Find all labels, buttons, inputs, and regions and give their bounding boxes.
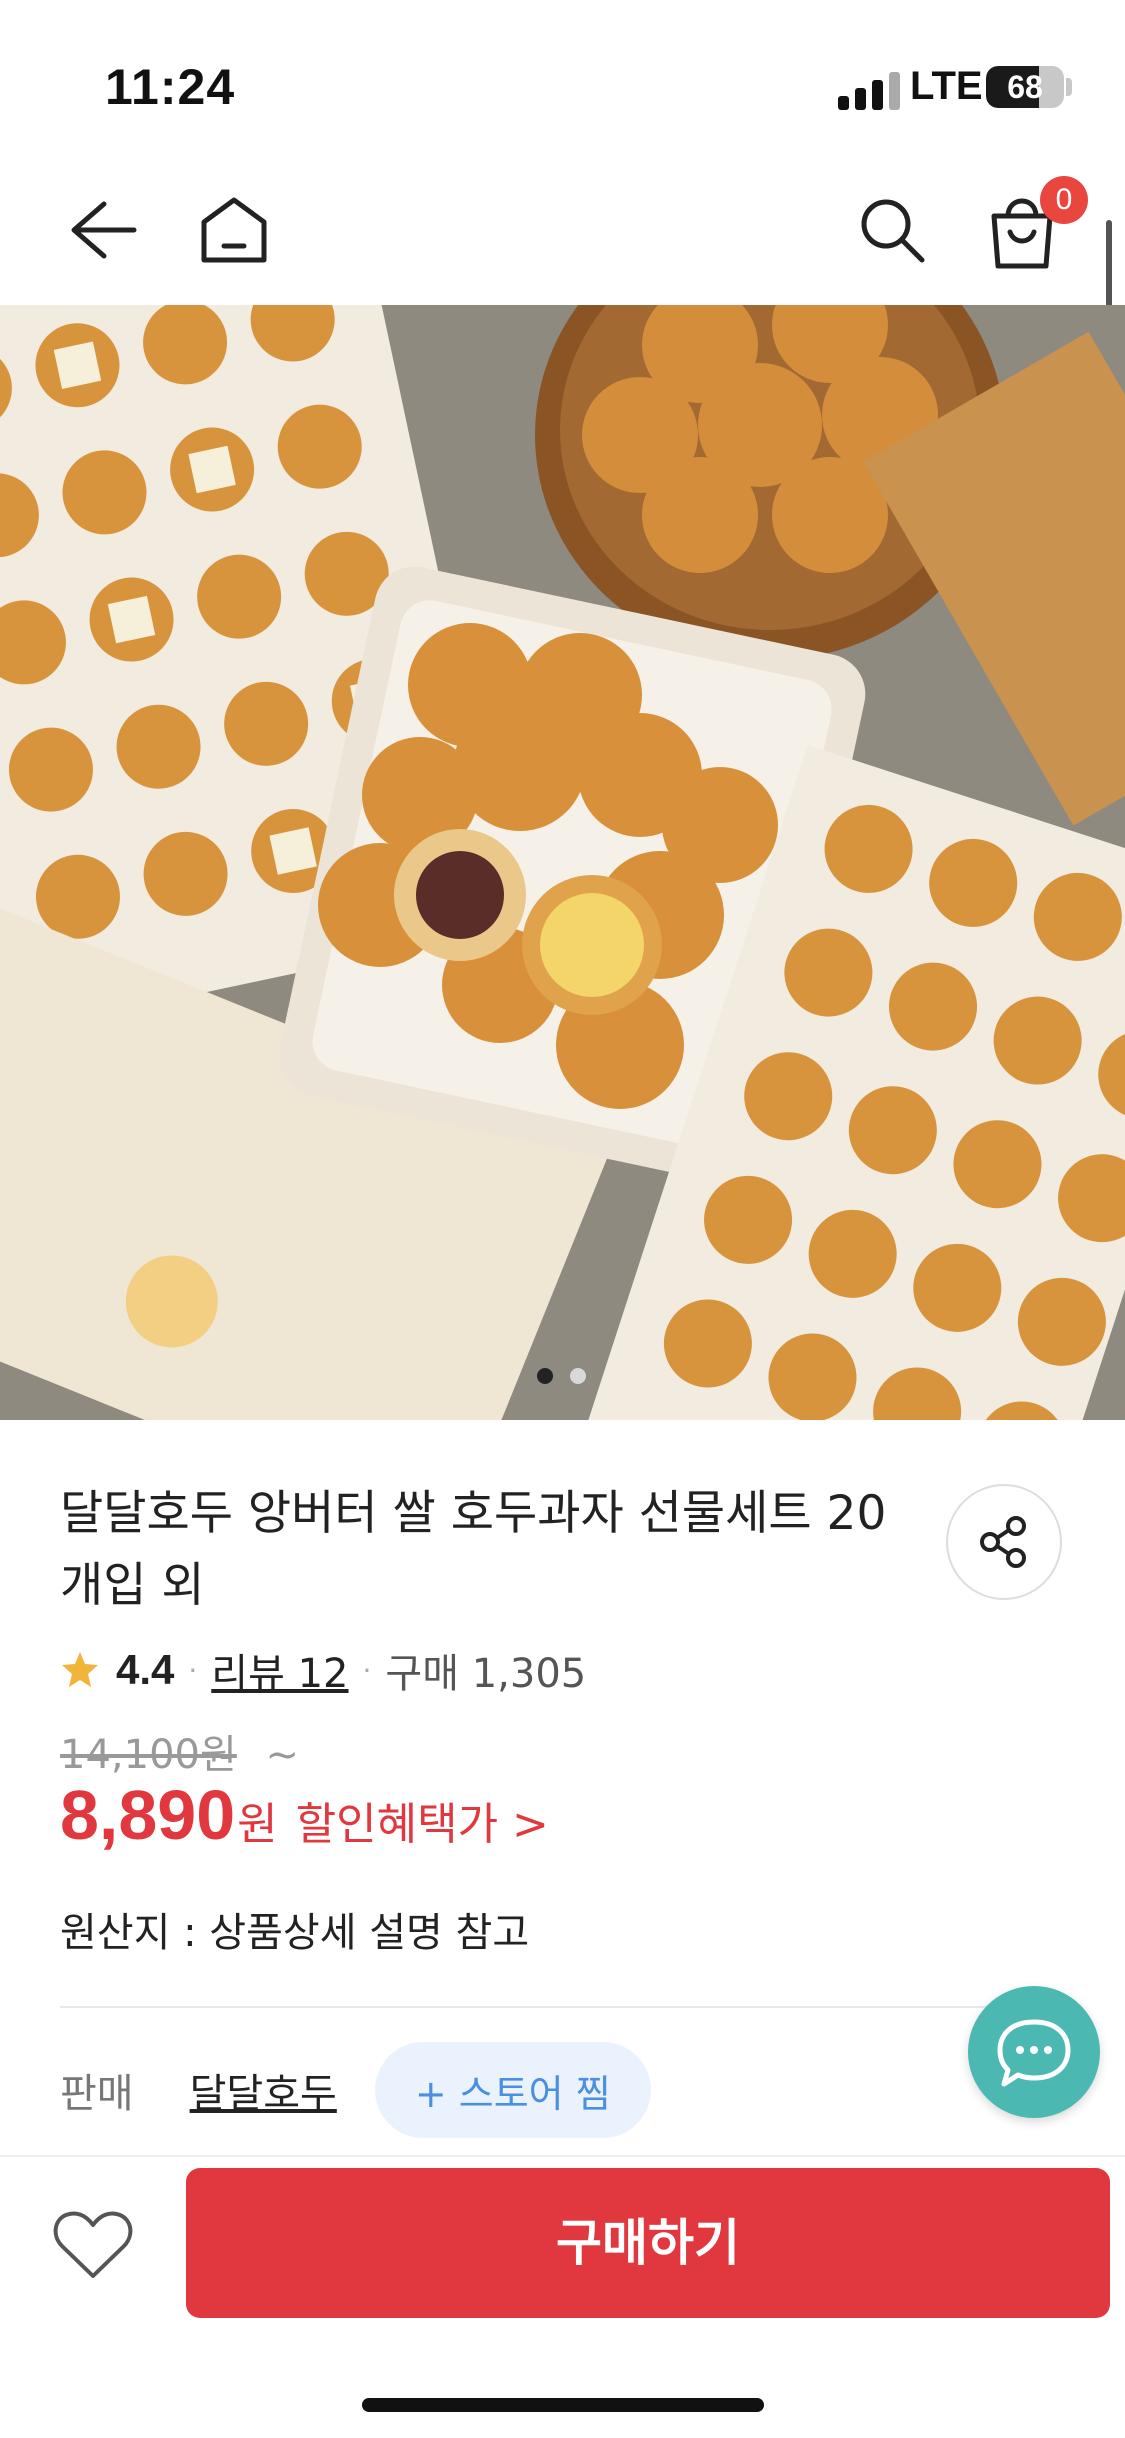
original-price: 14,100원 ~ bbox=[60, 1722, 299, 1780]
cart-count-badge: 0 bbox=[1040, 176, 1088, 224]
battery-percent: 68 bbox=[1007, 69, 1043, 105]
share-button[interactable] bbox=[946, 1484, 1062, 1600]
purchase-count: 구매 1,305 bbox=[385, 1651, 587, 1697]
seller-name-link[interactable]: 달달호두 bbox=[190, 2061, 337, 2119]
share-icon bbox=[980, 1516, 1026, 1568]
seller-row: 판매 달달호두 + 스토어 찜 bbox=[60, 2042, 651, 2138]
page-dot-active bbox=[537, 1368, 553, 1384]
heart-icon bbox=[53, 2211, 133, 2278]
reviews-link[interactable]: 리뷰 12 bbox=[211, 1641, 348, 1699]
search-icon[interactable] bbox=[852, 190, 932, 270]
battery-icon: 68 bbox=[986, 66, 1064, 108]
sale-price-unit: 원 bbox=[237, 1799, 278, 1850]
original-price-unit: 원 bbox=[199, 1732, 237, 1778]
product-photo bbox=[0, 305, 1125, 1420]
seller-label: 판매 bbox=[60, 2071, 134, 2117]
original-price-value: 14,100 bbox=[60, 1732, 200, 1778]
product-title: 달달호두 앙버터 쌀 호두과자 선물세트 20개입 외 bbox=[60, 1486, 887, 1613]
back-arrow-icon[interactable] bbox=[62, 190, 142, 270]
status-time: 11:24 bbox=[105, 59, 236, 115]
network-type: LTE bbox=[910, 64, 983, 108]
follow-store-button[interactable]: + 스토어 찜 bbox=[374, 2042, 651, 2138]
sale-price-value: 8,890 bbox=[60, 1776, 236, 1854]
status-bar: 11:24 LTE 68 bbox=[0, 0, 1125, 150]
battery-tip bbox=[1066, 78, 1072, 96]
separator-dot: · bbox=[362, 1653, 372, 1687]
rating-score: 4.4 bbox=[116, 1646, 175, 1693]
home-icon[interactable] bbox=[194, 190, 274, 270]
rating-row: 4.4 · 리뷰 12 · 구매 1,305 bbox=[60, 1640, 586, 1700]
discount-benefit-link[interactable]: 할인혜택가 > bbox=[296, 1788, 549, 1852]
origin-info: 원산지 : 상품상세 설명 참고 bbox=[60, 1910, 530, 1956]
signal-strength-icon bbox=[838, 70, 900, 110]
sale-price: 8,890 원 할인혜택가 > bbox=[60, 1775, 549, 1855]
buy-button[interactable]: 구매하기 bbox=[186, 2168, 1110, 2318]
divider bbox=[60, 2006, 1065, 2008]
chat-icon bbox=[997, 2019, 1071, 2087]
star-icon bbox=[62, 1652, 98, 1687]
original-price-suffix: ~ bbox=[265, 1732, 300, 1778]
product-image-gallery[interactable] bbox=[0, 305, 1125, 1420]
wishlist-button[interactable] bbox=[48, 2200, 138, 2290]
page-dot bbox=[570, 1368, 586, 1384]
top-navigation bbox=[0, 150, 1125, 305]
separator-dot: · bbox=[188, 1653, 198, 1687]
chat-button[interactable] bbox=[968, 1986, 1100, 2118]
home-indicator[interactable] bbox=[362, 2398, 764, 2412]
